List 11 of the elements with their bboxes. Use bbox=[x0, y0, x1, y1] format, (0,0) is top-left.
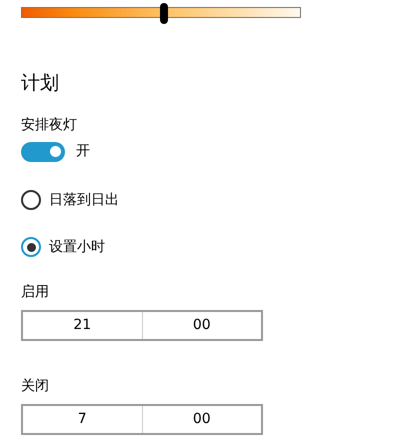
toggle-state: 开 bbox=[76, 142, 90, 161]
slider-thumb[interactable] bbox=[160, 3, 168, 24]
toggle-switch[interactable] bbox=[21, 142, 65, 162]
section-heading: 计划 bbox=[21, 71, 60, 96]
toggle-label: 安排夜灯 bbox=[21, 116, 78, 135]
radio-label: 日落到日出 bbox=[49, 191, 119, 210]
radio-label: 设置小时 bbox=[49, 238, 105, 257]
time-label: 启用 bbox=[21, 283, 50, 302]
time-label: 关闭 bbox=[21, 377, 50, 396]
radio-button[interactable] bbox=[21, 237, 41, 257]
radio-button[interactable] bbox=[21, 190, 41, 210]
